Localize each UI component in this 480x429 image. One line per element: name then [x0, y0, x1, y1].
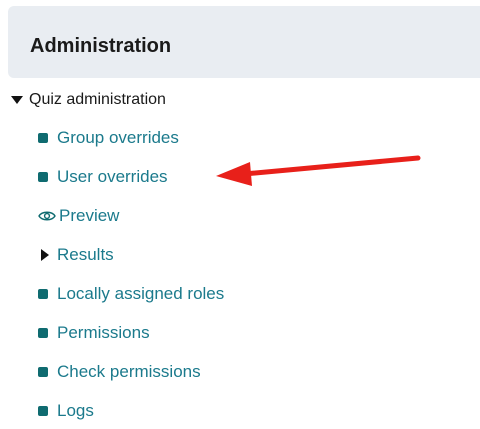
nav-item-label: User overrides	[57, 167, 168, 186]
caret-down-icon	[11, 96, 23, 104]
nav-item-label: Preview	[59, 206, 120, 225]
nav-item-user-overrides[interactable]: User overrides	[38, 167, 224, 187]
eye-icon	[38, 211, 56, 221]
nav-item-group-overrides[interactable]: Group overrides	[38, 128, 224, 148]
square-icon	[38, 328, 48, 338]
caret-right-icon	[41, 249, 49, 261]
square-icon	[38, 133, 48, 143]
block-title: Administration	[30, 35, 172, 57]
nav-item-check-permissions[interactable]: Check permissions	[38, 362, 224, 382]
administration-block: Administration	[8, 6, 480, 78]
square-icon	[38, 367, 48, 377]
nav-item-label: Check permissions	[57, 362, 201, 381]
nav-item-label: Results	[57, 245, 114, 264]
nav-item-label: Locally assigned roles	[57, 284, 225, 303]
nav-item-label: Logs	[57, 401, 94, 420]
annotation-arrow-icon	[216, 155, 421, 186]
quiz-administration-node[interactable]: Quiz administration	[11, 90, 166, 110]
nav-item-locally-assigned-roles[interactable]: Locally assigned roles	[38, 284, 224, 304]
nav-item-permissions[interactable]: Permissions	[38, 323, 224, 343]
square-icon	[38, 172, 48, 182]
nav-item-results[interactable]: Results	[38, 245, 224, 265]
page: Administration Quiz administration Group…	[0, 0, 480, 429]
nav-item-label: Permissions	[57, 323, 150, 342]
nav-item-preview[interactable]: Preview	[38, 206, 224, 226]
nav-item-logs[interactable]: Logs	[38, 401, 224, 421]
quiz-administration-list: Group overrides User overrides Preview R…	[38, 128, 224, 429]
quiz-administration-label: Quiz administration	[29, 91, 166, 108]
square-icon	[38, 289, 48, 299]
nav-item-label: Group overrides	[57, 128, 179, 147]
square-icon	[38, 406, 48, 416]
